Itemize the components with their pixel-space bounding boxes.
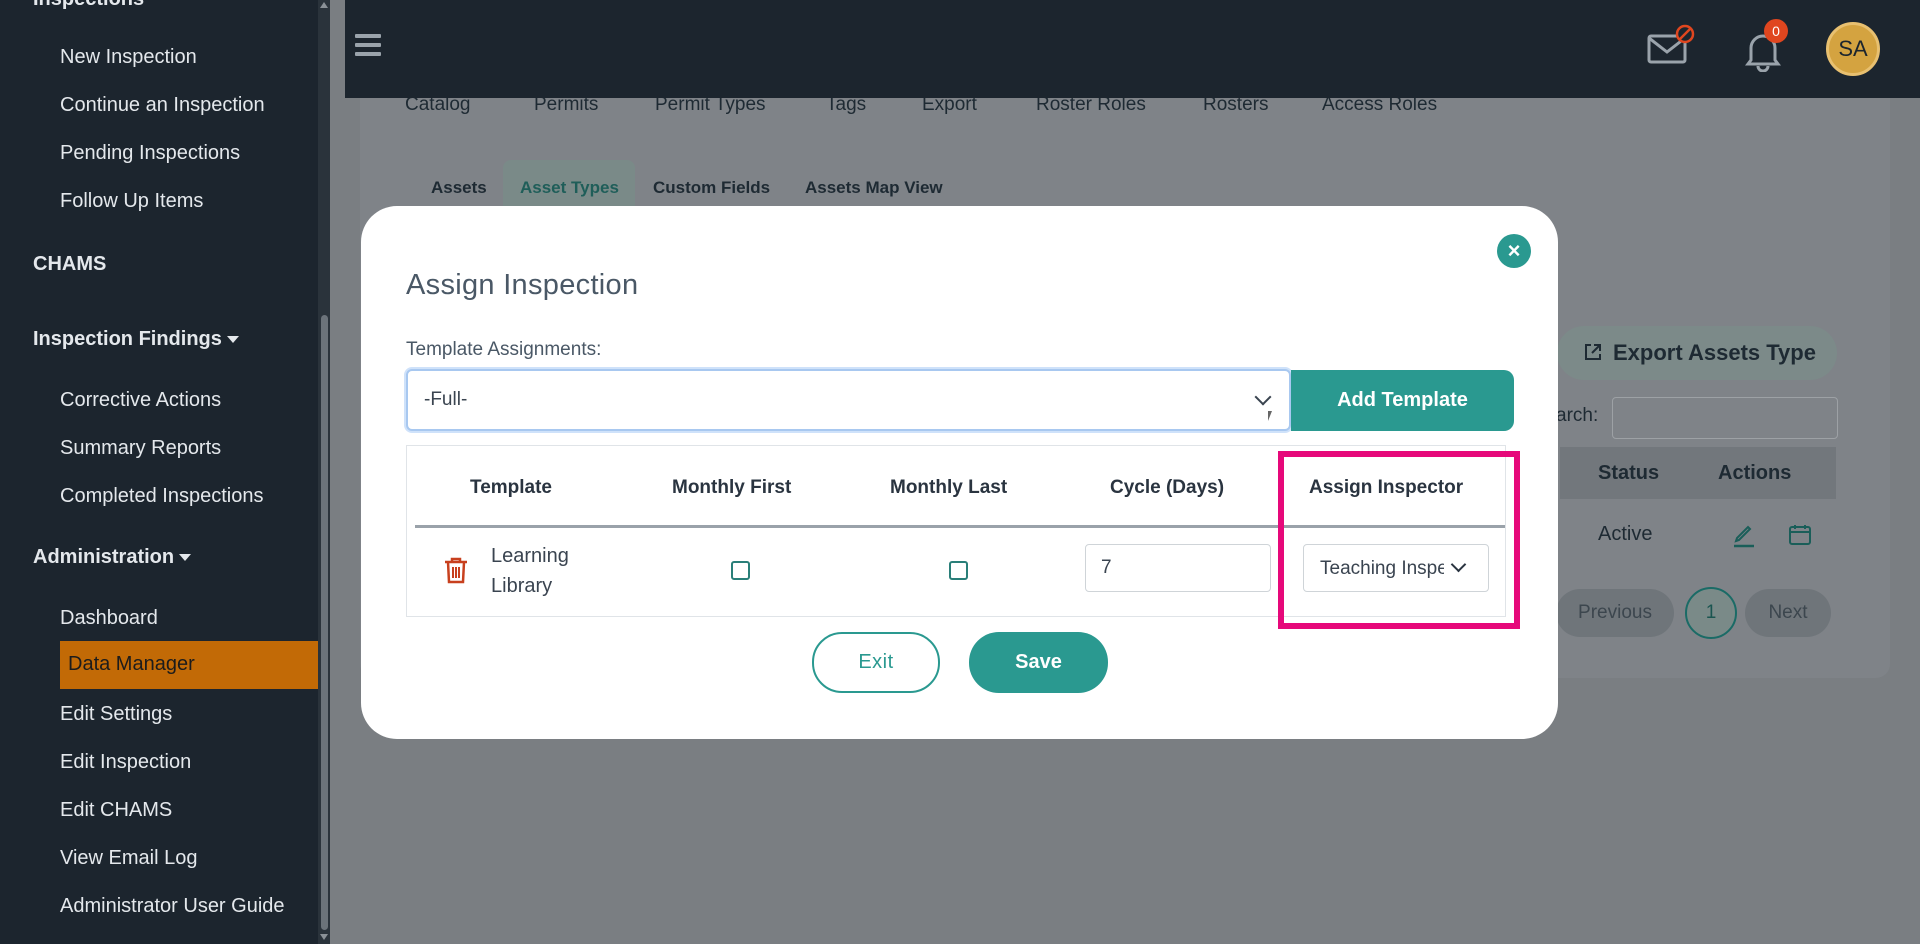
hamburger-menu-icon[interactable]	[355, 34, 381, 56]
subtab-assets[interactable]: Assets	[431, 178, 487, 198]
mail-blocked-icon[interactable]	[1647, 24, 1697, 68]
sidebar: Inspections New Inspection Continue an I…	[0, 0, 330, 944]
monthly-last-checkbox[interactable]	[949, 561, 968, 580]
template-select[interactable]: -Full-	[406, 369, 1291, 431]
trash-icon[interactable]	[443, 556, 469, 584]
column-actions: Actions	[1718, 462, 1792, 484]
mouse-cursor-icon	[1268, 411, 1272, 421]
pagination-previous[interactable]: Previous	[1556, 589, 1674, 637]
template-assignments-label: Template Assignments:	[406, 339, 602, 360]
avatar[interactable]: SA	[1826, 22, 1880, 76]
calendar-icon[interactable]	[1788, 523, 1812, 547]
sidebar-item-new-inspection[interactable]: New Inspection	[60, 46, 197, 69]
sidebar-item-dashboard[interactable]: Dashboard	[60, 607, 158, 630]
cycle-days-value: 7	[1101, 557, 1112, 578]
column-monthly-first: Monthly First	[672, 477, 792, 498]
search-input[interactable]	[1612, 397, 1838, 439]
edit-icon[interactable]	[1731, 522, 1757, 548]
sidebar-item-label: Data Manager	[68, 653, 195, 675]
modal-title: Assign Inspection	[406, 269, 639, 301]
column-cycle-days: Cycle (Days)	[1110, 477, 1225, 498]
pagination-next[interactable]: Next	[1745, 589, 1831, 637]
close-icon[interactable]: ×	[1497, 234, 1531, 268]
export-label: Export Assets Type	[1613, 340, 1816, 365]
sidebar-head-administration[interactable]: Administration	[33, 546, 192, 569]
caret-down-icon	[226, 336, 239, 344]
add-template-button[interactable]: Add Template	[1291, 370, 1514, 431]
cycle-days-input[interactable]: 7	[1085, 544, 1271, 592]
scroll-up-icon[interactable]	[320, 2, 328, 8]
sidebar-item-edit-chams[interactable]: Edit CHAMS	[60, 799, 172, 822]
subtab-assets-map-view[interactable]: Assets Map View	[805, 178, 943, 198]
export-assets-type-button[interactable]: Export Assets Type	[1557, 326, 1837, 380]
export-icon	[1585, 344, 1601, 360]
pagination-page-1[interactable]: 1	[1685, 587, 1737, 639]
sidebar-item-edit-settings[interactable]: Edit Settings	[60, 703, 172, 726]
subtab-asset-types[interactable]: Asset Types	[520, 178, 619, 198]
sidebar-head-inspections[interactable]: Inspections	[33, 0, 144, 11]
sidebar-item-pending-inspections[interactable]: Pending Inspections	[60, 142, 240, 165]
monthly-first-checkbox[interactable]	[731, 561, 750, 580]
sidebar-head-findings[interactable]: Inspection Findings	[33, 328, 239, 351]
sidebar-scrollbar[interactable]	[318, 0, 330, 944]
column-template: Template	[470, 477, 553, 498]
status-value: Active	[1598, 523, 1653, 545]
sidebar-head-chams[interactable]: CHAMS	[33, 253, 106, 276]
search-label: arch:	[1556, 405, 1599, 426]
template-name: Learning Library	[491, 541, 569, 601]
template-select-value: -Full-	[424, 389, 468, 410]
sidebar-item-corrective-actions[interactable]: Corrective Actions	[60, 389, 221, 412]
column-monthly-last: Monthly Last	[890, 477, 1008, 498]
sidebar-item-data-manager[interactable]: Data Manager	[60, 641, 330, 689]
sidebar-item-view-email-log[interactable]: View Email Log	[60, 847, 197, 870]
findings-label: Inspection Findings	[33, 328, 222, 350]
scrollbar-thumb[interactable]	[321, 315, 328, 930]
notification-badge: 0	[1764, 19, 1788, 43]
scroll-down-icon[interactable]	[320, 934, 328, 940]
sidebar-item-completed-inspections[interactable]: Completed Inspections	[60, 485, 263, 508]
table-header: Status Actions	[1560, 447, 1836, 499]
sidebar-item-admin-guide[interactable]: Administrator User Guide	[60, 895, 285, 918]
template-name-line2: Library	[491, 575, 553, 597]
sidebar-item-edit-inspection[interactable]: Edit Inspection	[60, 751, 191, 774]
subtab-custom-fields[interactable]: Custom Fields	[653, 178, 770, 198]
save-button[interactable]: Save	[969, 632, 1108, 693]
highlight-box	[1278, 451, 1520, 629]
template-name-line1: Learning	[491, 545, 569, 567]
sidebar-item-summary-reports[interactable]: Summary Reports	[60, 437, 221, 460]
sidebar-item-follow-up[interactable]: Follow Up Items	[60, 190, 203, 213]
exit-button[interactable]: Exit	[812, 632, 940, 693]
chevron-down-icon	[1254, 388, 1272, 406]
sidebar-item-continue-inspection[interactable]: Continue an Inspection	[60, 94, 265, 117]
caret-down-icon	[179, 554, 192, 562]
administration-label: Administration	[33, 546, 175, 568]
column-status[interactable]: Status	[1598, 462, 1659, 485]
